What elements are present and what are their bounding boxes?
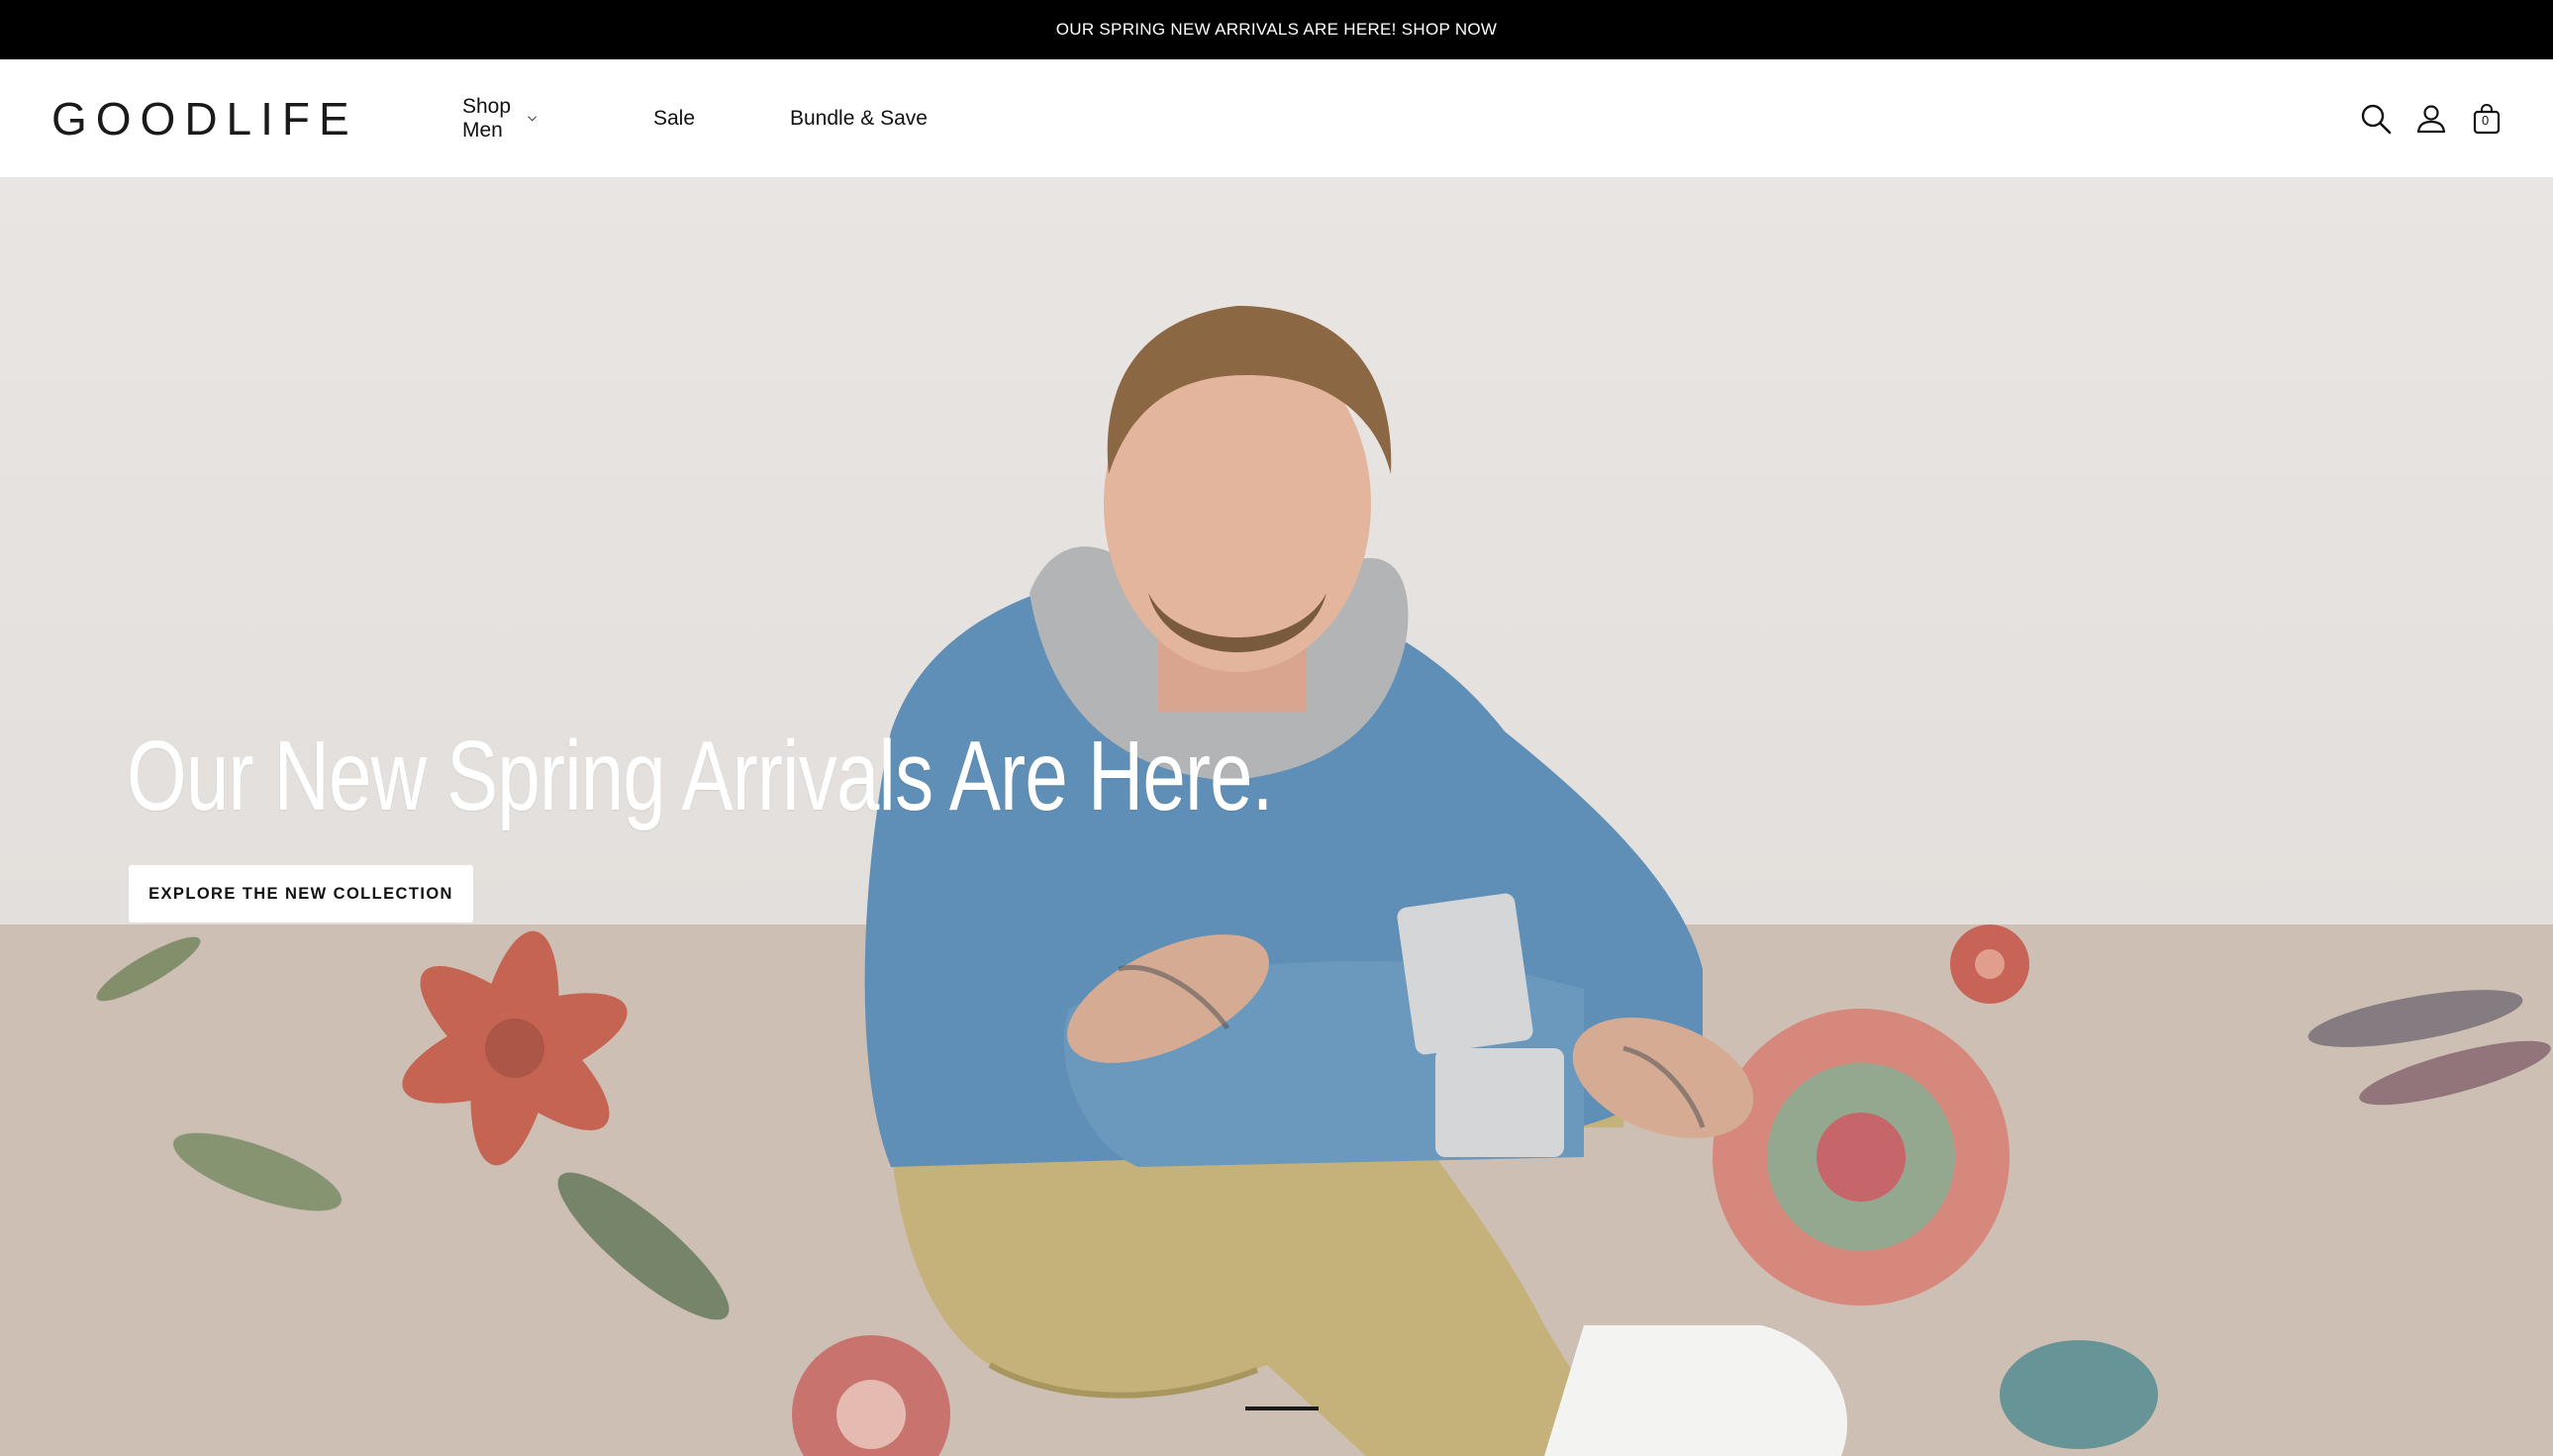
- slide-indicator[interactable]: [1245, 1407, 1319, 1410]
- nav-bundle-save-label: Bundle & Save: [790, 106, 928, 130]
- cart-icon[interactable]: 0: [2470, 102, 2504, 136]
- nav-sale[interactable]: Sale: [653, 107, 695, 131]
- nav-shop-men-label: Shop Men: [462, 94, 512, 142]
- hero-title: Our New Spring Arrivals Are Here.: [127, 721, 1273, 831]
- announcement-bar[interactable]: OUR SPRING NEW ARRIVALS ARE HERE! SHOP N…: [0, 0, 2553, 59]
- search-icon[interactable]: [2359, 102, 2393, 136]
- nav-bundle-save[interactable]: Bundle & Save: [790, 107, 928, 131]
- header-icons: 0: [2359, 59, 2504, 177]
- cart-count: 0: [2482, 112, 2490, 128]
- chevron-down-icon: [527, 115, 537, 121]
- brand-logo[interactable]: GOODLIFE: [51, 93, 358, 145]
- slide-indicator-active[interactable]: [1245, 1407, 1319, 1410]
- nav-shop-men[interactable]: Shop Men: [462, 95, 537, 143]
- hero-banner[interactable]: Our New Spring Arrivals Are Here. EXPLOR…: [0, 177, 2553, 1456]
- announcement-text[interactable]: OUR SPRING NEW ARRIVALS ARE HERE! SHOP N…: [1056, 20, 1498, 40]
- nav-sale-label: Sale: [653, 106, 696, 130]
- account-icon[interactable]: [2414, 102, 2448, 136]
- explore-collection-button[interactable]: EXPLORE THE NEW COLLECTION: [129, 865, 473, 922]
- site-header: GOODLIFE Shop Men Sale Bundle & Save 0: [0, 59, 2553, 177]
